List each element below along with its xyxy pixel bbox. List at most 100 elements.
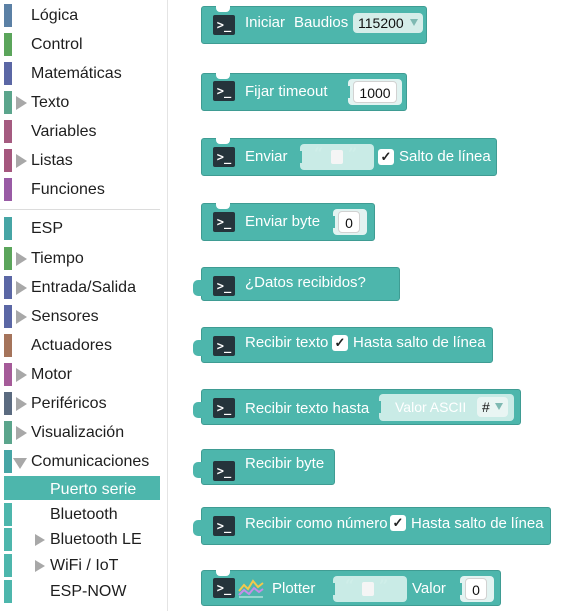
category-color-bar xyxy=(4,421,12,444)
category-color-bar xyxy=(4,33,12,56)
quote-close: ” xyxy=(379,576,389,595)
baud-label: Baudios xyxy=(294,14,349,31)
socket-tab xyxy=(294,151,302,163)
block-enviar-byte[interactable]: >_ Enviar byte 0 xyxy=(201,203,375,241)
category-comunicaciones[interactable]: Comunicaciones xyxy=(0,447,167,476)
block-label: Enviar xyxy=(245,148,288,165)
ascii-value: # xyxy=(482,399,490,415)
block-label: Iniciar xyxy=(245,14,286,31)
triangle-right-icon[interactable] xyxy=(16,426,27,440)
category-control[interactable]: Control xyxy=(0,30,167,59)
category-esp[interactable]: ESP xyxy=(0,214,167,243)
category-motor[interactable]: Motor xyxy=(0,360,167,389)
quote-close: ” xyxy=(348,144,358,163)
category-texto[interactable]: Texto xyxy=(0,88,167,117)
block-plotter[interactable]: >_ Plotter “ ” Valor 0 xyxy=(201,570,501,606)
category-color-bar xyxy=(4,276,12,299)
category-label: Control xyxy=(31,36,83,53)
block-label: Recibir texto hasta xyxy=(245,400,370,417)
terminal-icon: >_ xyxy=(213,147,235,167)
block-recibir-numero[interactable]: >_ Recibir como número ✓ Hasta salto de … xyxy=(193,507,551,545)
category-label: Comunicaciones xyxy=(31,453,150,470)
subcategory-esp-now[interactable]: ESP-NOW xyxy=(0,577,167,606)
quote-open: “ xyxy=(345,576,355,595)
category-label: Tiempo xyxy=(31,250,84,267)
category-color-bar xyxy=(4,554,12,577)
triangle-right-icon[interactable] xyxy=(16,397,27,411)
category-label: Motor xyxy=(31,366,72,383)
triangle-right-icon[interactable] xyxy=(16,154,27,168)
block-datos-recibidos[interactable]: >_ ¿Datos recibidos? xyxy=(193,267,400,301)
plot-value[interactable]: 0 xyxy=(465,578,487,600)
chevron-down-icon xyxy=(495,403,503,410)
ascii-dropdown[interactable]: # xyxy=(477,397,508,417)
newline-checkbox[interactable]: ✓ xyxy=(378,149,394,165)
chevron-down-icon xyxy=(410,19,418,26)
category-matematicas[interactable]: Matemáticas xyxy=(0,59,167,88)
category-label: Bluetooth LE xyxy=(50,531,142,548)
category-label: Variables xyxy=(31,123,97,140)
baud-dropdown[interactable]: 115200 xyxy=(353,13,423,33)
category-tiempo[interactable]: Tiempo xyxy=(0,244,167,273)
category-color-bar xyxy=(4,580,12,603)
triangle-right-icon[interactable] xyxy=(35,560,45,572)
category-actuadores[interactable]: Actuadores xyxy=(0,331,167,360)
output-tab xyxy=(193,280,202,296)
chart-icon xyxy=(238,579,264,598)
byte-value[interactable]: 0 xyxy=(338,211,360,233)
value-socket: 0 xyxy=(454,576,494,602)
ascii-socket: Valor ASCII # xyxy=(373,394,514,421)
category-sensores[interactable]: Sensores xyxy=(0,302,167,331)
text-socket: “ ” xyxy=(327,576,407,602)
category-color-bar xyxy=(4,528,12,551)
triangle-right-icon[interactable] xyxy=(16,96,27,110)
category-funciones[interactable]: Funciones xyxy=(0,175,167,204)
block-fijar-timeout[interactable]: >_ Fijar timeout 1000 xyxy=(201,73,407,111)
category-listas[interactable]: Listas xyxy=(0,146,167,175)
triangle-right-icon[interactable] xyxy=(35,534,45,546)
block-recibir-texto[interactable]: >_ Recibir texto ✓ Hasta salto de línea xyxy=(193,327,493,363)
category-logica[interactable]: Lógica xyxy=(0,1,167,30)
block-enviar[interactable]: >_ Enviar “ ” ✓ Salto de línea xyxy=(201,138,497,176)
text-field[interactable] xyxy=(362,582,374,596)
timeout-socket: 1000 xyxy=(342,79,402,105)
block-label: Fijar timeout xyxy=(245,83,328,100)
terminal-icon: >_ xyxy=(213,578,235,598)
triangle-right-icon[interactable] xyxy=(16,310,27,324)
until-newline-checkbox[interactable]: ✓ xyxy=(390,515,406,531)
text-socket: “ ” xyxy=(294,144,374,170)
subcategory-wifi-iot[interactable]: WiFi / IoT xyxy=(0,551,167,580)
triangle-right-icon[interactable] xyxy=(16,368,27,382)
triangle-down-icon[interactable] xyxy=(13,458,27,469)
block-recibir-texto-hasta[interactable]: >_ Recibir texto hasta Valor ASCII # xyxy=(193,389,521,425)
block-recibir-byte[interactable]: >_ Recibir byte xyxy=(193,449,335,485)
output-tab xyxy=(193,340,202,356)
until-newline-label: Hasta salto de línea xyxy=(411,515,544,532)
toolbox-separator xyxy=(0,209,160,210)
category-perifericos[interactable]: Periféricos xyxy=(0,389,167,418)
until-newline-checkbox[interactable]: ✓ xyxy=(332,335,348,351)
socket-tab xyxy=(342,86,350,98)
socket-tab xyxy=(373,401,381,413)
terminal-icon: >_ xyxy=(213,81,235,101)
text-field[interactable] xyxy=(331,150,343,164)
category-variables[interactable]: Variables xyxy=(0,117,167,146)
block-label: Enviar byte xyxy=(245,213,321,230)
category-color-bar xyxy=(4,91,12,114)
terminal-icon: >_ xyxy=(213,276,235,296)
socket-tab xyxy=(327,216,335,228)
timeout-value[interactable]: 1000 xyxy=(353,81,397,103)
subcategory-bluetooth-le[interactable]: Bluetooth LE xyxy=(0,525,167,554)
category-label: ESP-NOW xyxy=(50,583,127,600)
category-entrada-salida[interactable]: Entrada/Salida xyxy=(0,273,167,302)
triangle-right-icon[interactable] xyxy=(16,281,27,295)
category-visualizacion[interactable]: Visualización xyxy=(0,418,167,447)
triangle-right-icon[interactable] xyxy=(16,252,27,266)
category-label: Actuadores xyxy=(31,337,112,354)
value-label: Valor xyxy=(412,580,446,597)
category-color-bar xyxy=(4,62,12,85)
block-iniciar[interactable]: >_ Iniciar Baudios 115200 xyxy=(201,6,427,44)
until-newline-label: Hasta salto de línea xyxy=(353,334,486,351)
category-label: Lógica xyxy=(31,7,79,24)
category-color-bar xyxy=(4,247,12,270)
